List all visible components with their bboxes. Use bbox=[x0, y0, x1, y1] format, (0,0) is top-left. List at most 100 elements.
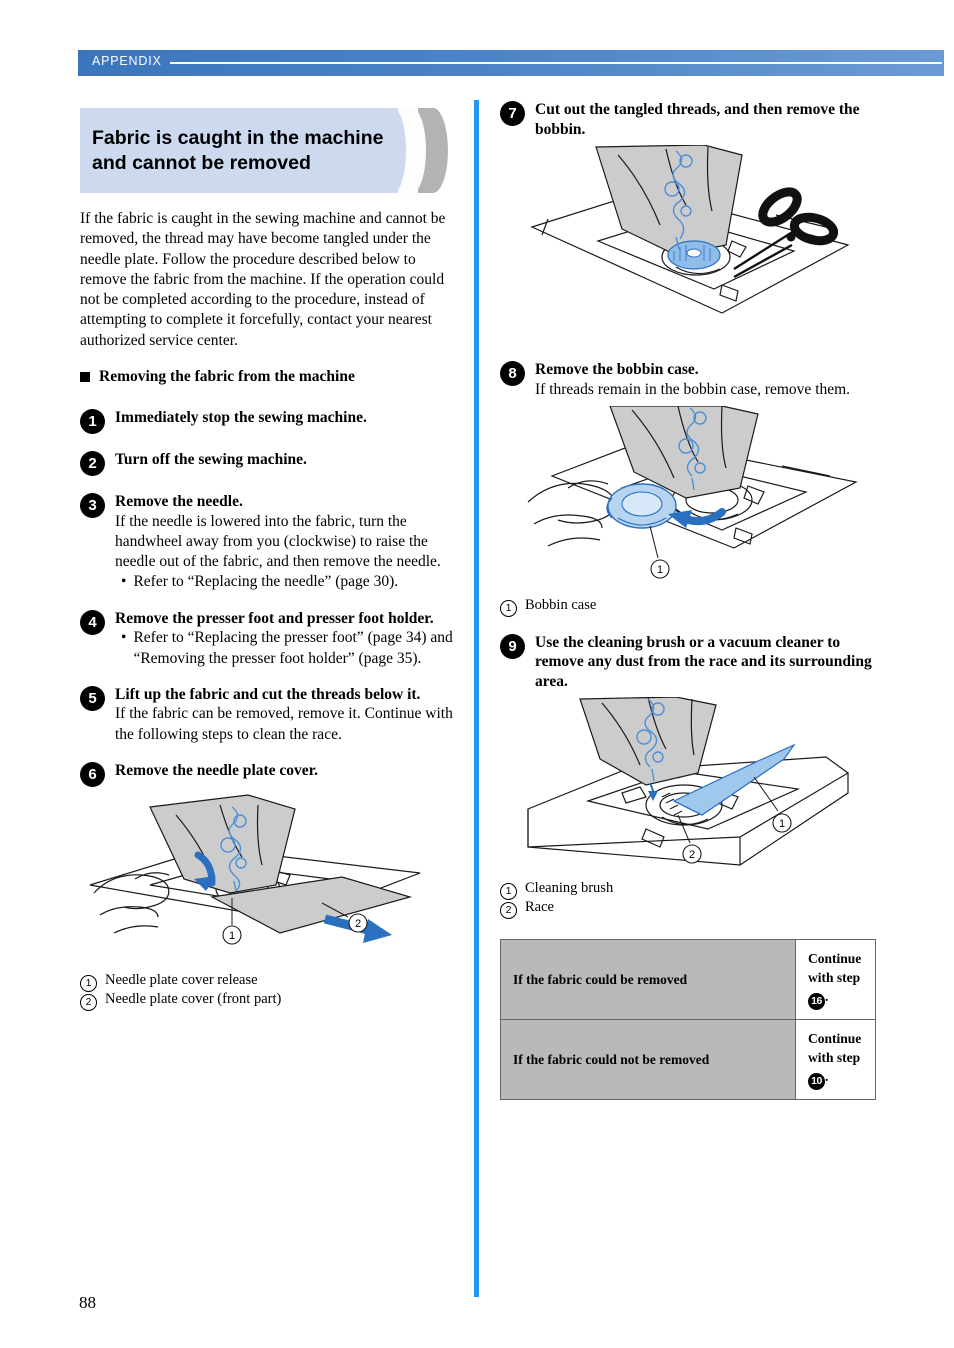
inline-step-badge: 10 bbox=[808, 1073, 825, 1091]
figure-callout-line: 2 Race bbox=[500, 898, 880, 920]
step-item: 4 Remove the presser foot and presser fo… bbox=[80, 609, 460, 669]
table-cell-condition: If the fabric could not be removed bbox=[500, 1019, 796, 1101]
figure-callout-line: 1 Cleaning brush bbox=[500, 879, 880, 901]
action-suffix: . bbox=[825, 1069, 829, 1085]
bullet-dot-icon: • bbox=[121, 629, 127, 647]
step-content: Lift up the fabric and cut the threads b… bbox=[115, 685, 460, 745]
header-label: APPENDIX bbox=[92, 54, 162, 68]
callout-label: Race bbox=[525, 899, 554, 916]
step-content: Remove the needle. If the needle is lowe… bbox=[115, 492, 460, 593]
remove-bobbin-case-figure: 1 bbox=[526, 405, 880, 586]
step-title: Remove the presser foot and presser foot… bbox=[115, 609, 434, 627]
page-number: 88 bbox=[79, 1293, 96, 1312]
action-suffix: . bbox=[825, 989, 829, 1005]
step-content: Remove the needle plate cover. bbox=[115, 761, 460, 781]
step-content: Cut out the tangled threads, and then re… bbox=[535, 100, 880, 139]
svg-text:1: 1 bbox=[229, 930, 235, 942]
step-title: Remove the needle plate cover. bbox=[115, 761, 319, 779]
step-title: Immediately stop the sewing machine. bbox=[115, 409, 367, 427]
step-bullet: • Refer to “Replacing the needle” (page … bbox=[115, 572, 460, 592]
figure-callout-line: 1 Needle plate cover release bbox=[80, 971, 460, 992]
figure-callout-line: 2 Needle plate cover (front part) bbox=[80, 990, 460, 1011]
step-content: Turn off the sewing machine. bbox=[115, 450, 460, 470]
step-content: Remove the bobbin case. If threads remai… bbox=[535, 360, 880, 400]
square-bullet-icon bbox=[80, 372, 90, 383]
step-number-badge: 9 bbox=[500, 633, 525, 659]
step-content: Use the cleaning brush or a vacuum clean… bbox=[535, 633, 880, 692]
step-content: Remove the presser foot and presser foot… bbox=[115, 609, 460, 669]
table-cell-action: Continue with step 10. bbox=[795, 1019, 876, 1101]
inline-step-badge: 16 bbox=[808, 993, 825, 1011]
step-title: Cut out the tangled threads, and then re… bbox=[535, 101, 860, 138]
step-title: Remove the needle. bbox=[115, 493, 243, 511]
step-item: 9 Use the cleaning brush or a vacuum cle… bbox=[500, 633, 880, 692]
table-cell-action: Continue with step 16. bbox=[795, 939, 876, 1021]
step-bullet-text: Refer to “Replacing the presser foot” (p… bbox=[133, 629, 453, 667]
callout-number-icon: 1 bbox=[500, 599, 517, 617]
step-bullet-text: Refer to “Replacing the needle” (page 30… bbox=[133, 573, 399, 591]
column-divider bbox=[474, 100, 479, 1297]
step-item: 2 Turn off the sewing machine. bbox=[80, 450, 460, 477]
cleaning-brush-figure: 1 2 bbox=[526, 697, 880, 869]
action-prefix: Continue with step bbox=[808, 1031, 862, 1066]
svg-text:2: 2 bbox=[689, 849, 695, 861]
callout-label: Needle plate cover (front part) bbox=[105, 990, 282, 1007]
svg-text:1: 1 bbox=[779, 818, 785, 830]
callout-number-icon: 2 bbox=[500, 902, 517, 920]
step-bullet: • Refer to “Replacing the presser foot” … bbox=[115, 628, 460, 669]
callout-number-icon: 2 bbox=[80, 993, 97, 1011]
cut-threads-figure bbox=[526, 145, 880, 350]
needle-plate-cover-illustration: 1 2 bbox=[89, 794, 421, 945]
step-title: Remove the bobbin case. bbox=[535, 361, 699, 378]
step-title: Turn off the sewing machine. bbox=[115, 451, 307, 469]
action-prefix: Continue with step bbox=[808, 951, 862, 986]
header-rule bbox=[170, 62, 942, 64]
step-item: 6 Remove the needle plate cover. bbox=[80, 761, 460, 787]
step-body-text: If the needle is lowered into the fabric… bbox=[115, 512, 441, 571]
cut-threads-illustration bbox=[530, 145, 850, 314]
needle-plate-cover-figure: 1 2 bbox=[80, 793, 460, 961]
left-column: Fabric is caught in the machine and cann… bbox=[80, 108, 460, 1011]
callout-label: Needle plate cover release bbox=[105, 971, 258, 988]
bullet-dot-icon: • bbox=[121, 573, 127, 591]
step-number-badge: 4 bbox=[80, 609, 105, 635]
step-item: 7 Cut out the tangled threads, and then … bbox=[500, 100, 880, 139]
intro-paragraph: If the fabric is caught in the sewing ma… bbox=[80, 210, 446, 349]
step-item: 5 Lift up the fabric and cut the threads… bbox=[80, 685, 460, 745]
step-body-text: If threads remain in the bobbin case, re… bbox=[535, 380, 851, 398]
step-number-badge: 6 bbox=[80, 761, 105, 787]
step-content: Immediately stop the sewing machine. bbox=[115, 408, 460, 428]
table-row: If the fabric could not be removed Conti… bbox=[500, 1019, 876, 1101]
callout-number-icon: 1 bbox=[500, 883, 517, 901]
step-item: 3 Remove the needle. If the needle is lo… bbox=[80, 492, 460, 593]
step-item: 8 Remove the bobbin case. If threads rem… bbox=[500, 360, 880, 400]
cleaning-brush-illustration: 1 2 bbox=[527, 697, 850, 866]
svg-text:1: 1 bbox=[657, 564, 663, 576]
remove-bobbin-case-illustration: 1 bbox=[527, 405, 858, 579]
callout-label: Cleaning brush bbox=[525, 880, 614, 897]
step-body-text: If the fabric can be removed, remove it.… bbox=[115, 705, 453, 743]
callout-label: Bobbin case bbox=[525, 596, 597, 613]
table-cell-condition: If the fabric could be removed bbox=[500, 939, 796, 1021]
figure-callout-line: 1 Bobbin case bbox=[500, 596, 880, 617]
page-title: Fabric is caught in the machine and cann… bbox=[92, 126, 384, 174]
table-row: If the fabric could be removed Continue … bbox=[500, 939, 876, 1021]
subsection-heading: Removing the fabric from the machine bbox=[80, 367, 460, 386]
step-number-badge: 1 bbox=[80, 409, 105, 435]
callout-number-icon: 1 bbox=[80, 974, 97, 992]
step-number-badge: 5 bbox=[80, 685, 105, 711]
svg-text:2: 2 bbox=[355, 918, 361, 930]
step-number-badge: 8 bbox=[500, 361, 525, 386]
section-title-box: Fabric is caught in the machine and cann… bbox=[80, 108, 398, 193]
step-number-badge: 2 bbox=[80, 451, 105, 477]
outcome-table: If the fabric could be removed Continue … bbox=[500, 939, 876, 1101]
appendix-header-band: APPENDIX bbox=[78, 50, 944, 76]
right-column: 7 Cut out the tangled threads, and then … bbox=[500, 100, 880, 1101]
section-title-block: Fabric is caught in the machine and cann… bbox=[80, 108, 458, 193]
step-number-badge: 3 bbox=[80, 493, 105, 519]
step-number-badge: 7 bbox=[500, 101, 525, 126]
step-title: Use the cleaning brush or a vacuum clean… bbox=[535, 633, 872, 690]
subsection-heading-label: Removing the fabric from the machine bbox=[99, 368, 355, 386]
step-title: Lift up the fabric and cut the threads b… bbox=[115, 685, 421, 703]
step-item: 1 Immediately stop the sewing machine. bbox=[80, 408, 460, 435]
